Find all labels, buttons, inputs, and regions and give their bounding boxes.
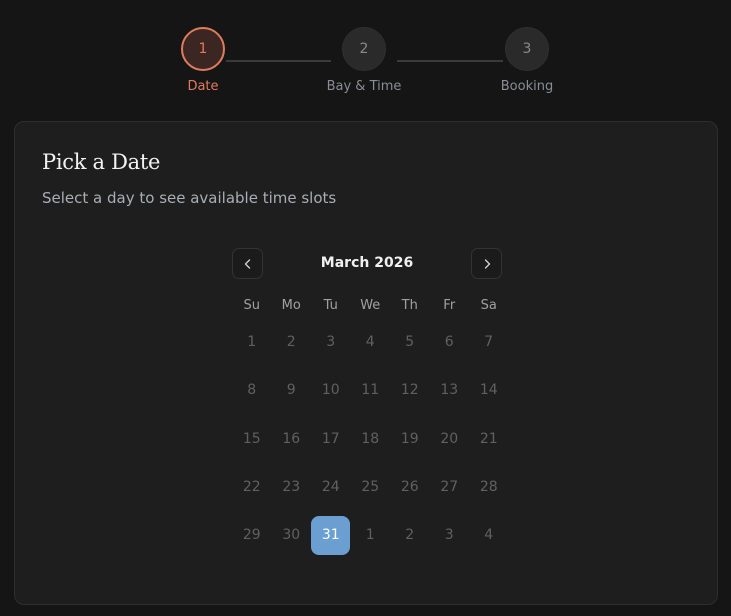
weekday-label: We xyxy=(360,298,381,313)
weekday-label: Su xyxy=(243,298,261,313)
weekday-label: Tu xyxy=(323,298,338,313)
day-number: 26 xyxy=(400,479,419,496)
step-label: Bay & Time xyxy=(326,79,402,94)
day-number: 17 xyxy=(321,430,340,447)
calendar-header: March 2026 xyxy=(232,248,502,280)
day-number: 11 xyxy=(361,382,380,399)
day-number: 31 xyxy=(311,515,351,555)
day-cell: 4 xyxy=(469,511,509,559)
day-cell: 19 xyxy=(390,415,430,463)
day-number: 1 xyxy=(365,527,375,544)
step-label: Date xyxy=(187,79,219,94)
day-number: 7 xyxy=(484,334,494,351)
day-number: 20 xyxy=(440,430,459,447)
day-cell: 20 xyxy=(430,415,470,463)
day-number: 2 xyxy=(286,334,296,351)
day-cell: 12 xyxy=(390,366,430,414)
day-number: 15 xyxy=(242,430,261,447)
day-number: 19 xyxy=(400,430,419,447)
step-number-badge: 3 xyxy=(505,27,549,71)
day-cell: 21 xyxy=(469,415,509,463)
step-number-badge: 2 xyxy=(342,27,386,71)
day-number: 16 xyxy=(282,430,301,447)
day-number: 27 xyxy=(440,479,459,496)
step-number-badge: 1 xyxy=(181,27,225,71)
day-cell: 15 xyxy=(232,415,272,463)
day-grid: 1 2 3 4 5 6 7 8 9 10 11 12 13 14 15 16 17 18 19 20 21 22 23 24 2… xyxy=(232,318,502,559)
day-number: 21 xyxy=(479,430,498,447)
day-number: 13 xyxy=(440,382,459,399)
day-cell: 3 xyxy=(311,318,351,366)
day-number: 10 xyxy=(321,382,340,399)
day-cell: 14 xyxy=(469,366,509,414)
day-cell: 9 xyxy=(272,366,312,414)
day-number: 9 xyxy=(286,382,296,399)
day-cell: 8 xyxy=(232,366,272,414)
day-number: 30 xyxy=(282,527,301,544)
day-cell: 25 xyxy=(351,463,391,511)
day-cell: 5 xyxy=(390,318,430,366)
day-number: 1 xyxy=(247,334,257,351)
day-number: 14 xyxy=(479,382,498,399)
weekday-header-row: Su Mo Tu We Th Fr Sa xyxy=(232,294,502,318)
day-cell: 23 xyxy=(272,463,312,511)
booking-page: 1 Date 2 Bay & Time 3 Booking Pick a Dat… xyxy=(0,0,731,616)
day-number: 3 xyxy=(444,527,454,544)
day-cell: 16 xyxy=(272,415,312,463)
day-number: 28 xyxy=(479,479,498,496)
day-number: 4 xyxy=(484,527,494,544)
calendar: March 2026 Su Mo Tu We Th Fr Sa 12345678… xyxy=(232,248,502,559)
step-label: Booking xyxy=(500,79,554,94)
day-cell: 3 xyxy=(430,511,470,559)
day-cell: 6 xyxy=(430,318,470,366)
weekday-label: Sa xyxy=(480,298,497,313)
day-cell: 22 xyxy=(232,463,272,511)
day-number: 8 xyxy=(247,382,257,399)
day-cell: 2 xyxy=(272,318,312,366)
day-number: 6 xyxy=(444,334,454,351)
day-number: 4 xyxy=(365,334,375,351)
day-number: 12 xyxy=(400,382,419,399)
day-number: 18 xyxy=(361,430,380,447)
day-number: 25 xyxy=(361,479,380,496)
day-cell: 24 xyxy=(311,463,351,511)
card-title: Pick a Date xyxy=(42,150,161,174)
day-cell: 17 xyxy=(311,415,351,463)
step-bay-time[interactable]: 2 Bay & Time xyxy=(319,27,409,94)
day-cell: 7 xyxy=(469,318,509,366)
day-cell: 18 xyxy=(351,415,391,463)
day-cell: 29 xyxy=(232,511,272,559)
card-subtitle: Select a day to see available time slots xyxy=(42,189,337,207)
day-cell: 30 xyxy=(272,511,312,559)
day-cell: 4 xyxy=(351,318,391,366)
day-cell: 1 xyxy=(351,511,391,559)
day-number: 3 xyxy=(326,334,336,351)
progress-stepper: 1 Date 2 Bay & Time 3 Booking xyxy=(0,0,731,110)
next-month-button[interactable] xyxy=(471,248,502,279)
day-cell: 10 xyxy=(311,366,351,414)
day-number: 2 xyxy=(405,527,415,544)
day-number: 29 xyxy=(242,527,261,544)
day-cell: 26 xyxy=(390,463,430,511)
day-cell: 2 xyxy=(390,511,430,559)
day-number: 22 xyxy=(242,479,261,496)
step-date[interactable]: 1 Date xyxy=(158,27,248,94)
weekday-label: Mo xyxy=(281,298,301,313)
day-cell-selected[interactable]: 31 xyxy=(311,511,351,559)
day-cell: 13 xyxy=(430,366,470,414)
day-number: 23 xyxy=(282,479,301,496)
chevron-right-icon xyxy=(484,258,490,269)
day-cell: 11 xyxy=(351,366,391,414)
day-cell: 27 xyxy=(430,463,470,511)
step-booking[interactable]: 3 Booking xyxy=(482,27,572,94)
weekday-label: Th xyxy=(401,298,418,313)
date-picker-card: Pick a Date Select a day to see availabl… xyxy=(14,121,718,605)
day-number: 24 xyxy=(321,479,340,496)
day-number: 5 xyxy=(405,334,415,351)
weekday-label: Fr xyxy=(443,298,456,313)
day-cell: 28 xyxy=(469,463,509,511)
day-cell: 1 xyxy=(232,318,272,366)
month-label: March 2026 xyxy=(320,255,414,271)
